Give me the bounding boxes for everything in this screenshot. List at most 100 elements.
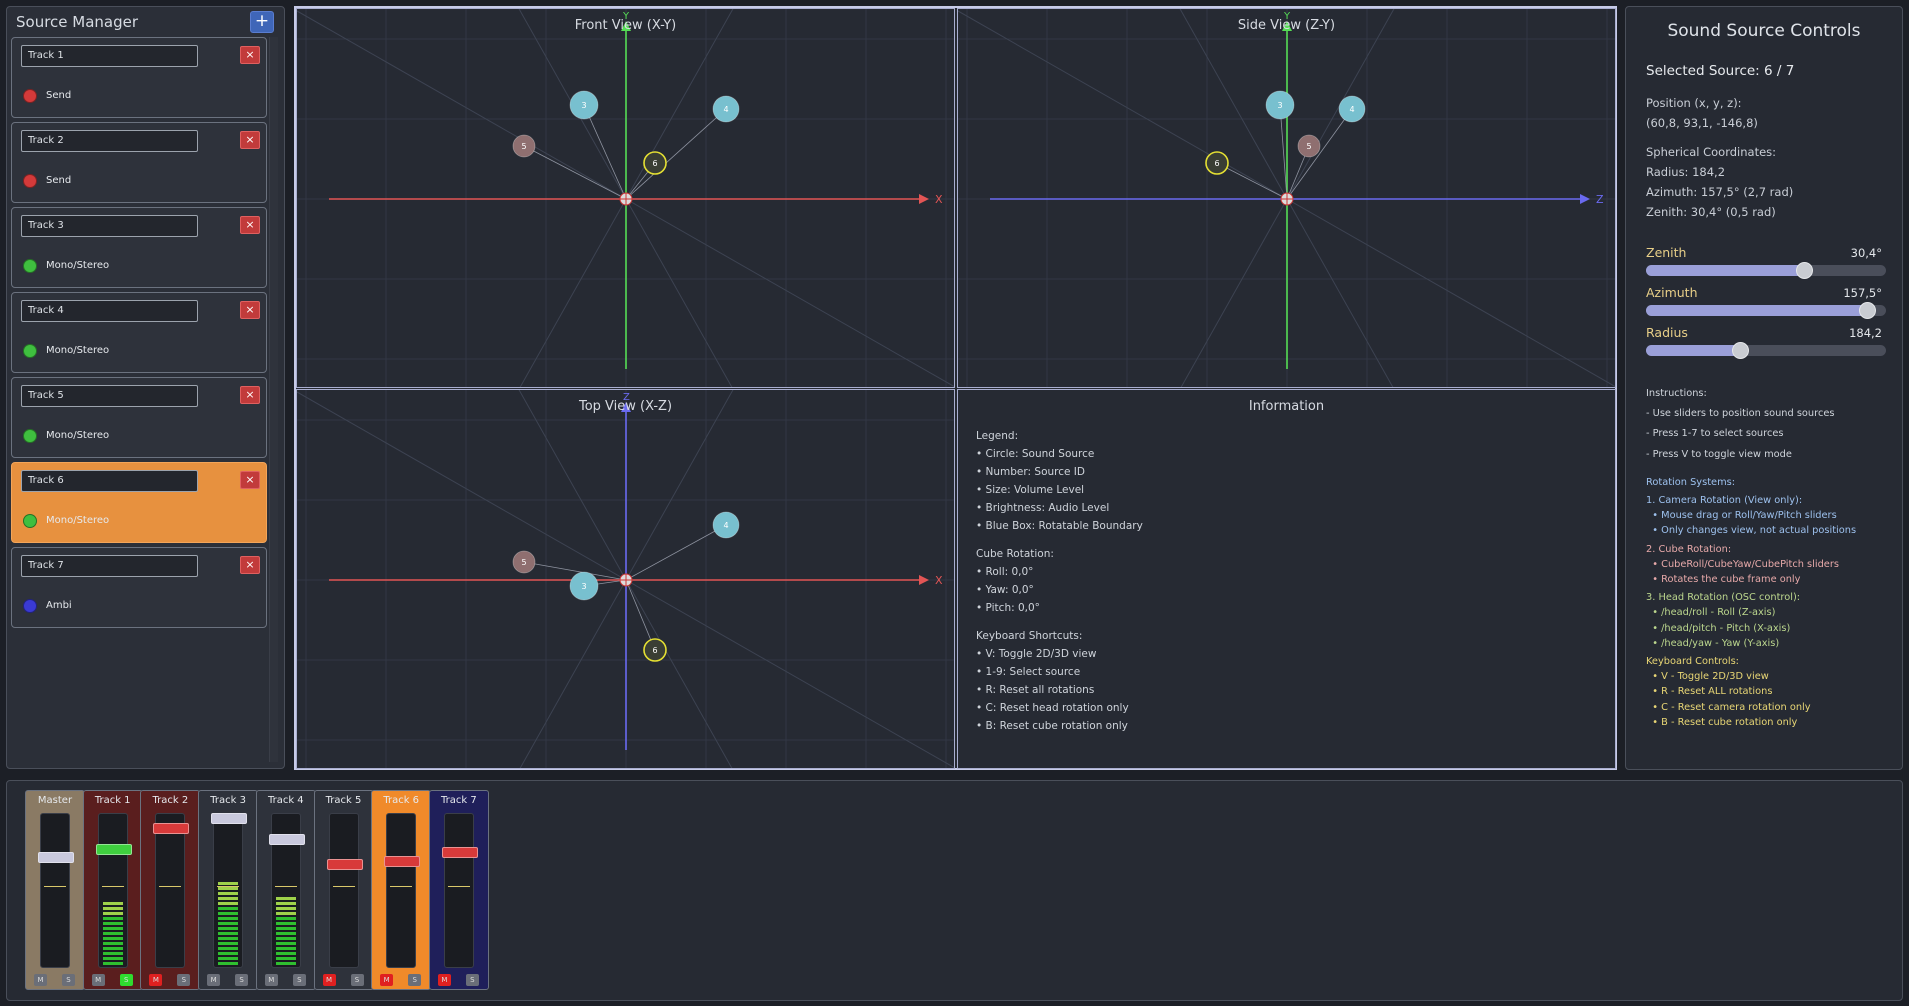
mute-button[interactable]: M <box>91 974 105 986</box>
track-card[interactable]: Track 4 × Mono/Stereo <box>11 292 267 373</box>
meter-segment <box>218 917 239 920</box>
slider-thumb[interactable] <box>1796 262 1814 279</box>
strip-name: Track 6 <box>383 795 420 806</box>
track-name-field[interactable]: Track 5 <box>21 385 198 407</box>
slider-fill <box>1646 305 1867 316</box>
track-type-label: Send <box>46 90 72 101</box>
track-card[interactable]: Track 2 × Send <box>11 122 267 203</box>
mute-button[interactable]: M <box>207 974 221 986</box>
meter-segment <box>275 907 296 910</box>
slider-thumb[interactable] <box>1858 302 1876 319</box>
unity-gain-line <box>447 886 470 887</box>
fader-handle[interactable] <box>326 859 363 871</box>
track-type-label: Send <box>46 175 72 186</box>
instruction-line: • /head/pitch - Pitch (X-axis) <box>1646 622 1791 634</box>
fader-handle[interactable] <box>268 834 305 845</box>
mute-button[interactable]: M <box>149 974 163 986</box>
mute-button[interactable]: M <box>380 974 394 986</box>
solo-button[interactable]: S <box>177 974 191 986</box>
source-4-id: 4 <box>723 521 728 530</box>
unity-gain-line <box>101 886 124 887</box>
fader-handle[interactable] <box>441 846 478 858</box>
track-type-indicator <box>23 89 37 103</box>
solo-button[interactable]: S <box>408 974 422 986</box>
mixer-strip[interactable]: Track 6 M S <box>371 790 432 990</box>
track-name-field[interactable]: Track 3 <box>21 215 198 237</box>
fader-handle[interactable] <box>384 856 421 868</box>
solo-button[interactable]: S <box>465 974 479 986</box>
source-3-id: 3 <box>581 582 586 591</box>
mixer-strip[interactable]: Master M S <box>25 790 85 990</box>
top-view[interactable]: XZ3456 Top View (X-Z) <box>296 389 955 769</box>
delete-track-button[interactable]: × <box>240 131 260 149</box>
meter-segment <box>275 932 296 935</box>
side-view[interactable]: ZY3456 Side View (Z-Y) <box>957 8 1616 388</box>
track-name-field[interactable]: Track 2 <box>21 130 198 152</box>
mixer-strip[interactable]: Track 5 M S <box>313 790 374 990</box>
azimuth-slider[interactable] <box>1646 302 1886 319</box>
track-card[interactable]: Track 1 × Send <box>11 37 267 118</box>
mute-button[interactable]: M <box>437 974 451 986</box>
top-view-title: Top View (X-Z) <box>578 399 673 414</box>
mixer-strip[interactable]: Track 2 M S <box>140 790 201 990</box>
track-card[interactable]: Track 3 × Mono/Stereo <box>11 207 267 288</box>
mixer-strip[interactable]: Track 3 M S <box>198 790 259 990</box>
solo-button[interactable]: S <box>119 974 133 986</box>
solo-button[interactable]: S <box>292 974 306 986</box>
meter-segment <box>218 937 239 940</box>
track-card[interactable]: Track 6 × Mono/Stereo <box>11 462 267 543</box>
slider-thumb[interactable] <box>1731 342 1749 359</box>
mixer-strip[interactable]: Track 1 M S <box>82 790 143 990</box>
meter-segment <box>102 952 123 955</box>
mute-button[interactable]: M <box>264 974 278 986</box>
delete-track-button[interactable]: × <box>240 46 260 64</box>
mixer-strip[interactable]: Track 4 M S <box>255 790 316 990</box>
track-card[interactable]: Track 5 × Mono/Stereo <box>11 377 267 458</box>
source-manager-panel: Source Manager + Track 1 × Send Track 2 × Sen… <box>6 6 285 769</box>
meter-segment <box>218 952 239 955</box>
fader-handle[interactable] <box>153 822 190 834</box>
meter-segment <box>218 912 239 915</box>
mute-button[interactable]: M <box>322 974 336 986</box>
meter-segment <box>275 927 296 930</box>
track-card[interactable]: Track 7 × Ambi <box>11 547 267 628</box>
instruction-line: • /head/yaw - Yaw (Y-axis) <box>1646 637 1780 649</box>
delete-track-button[interactable]: × <box>240 301 260 319</box>
delete-track-button[interactable]: × <box>240 386 260 404</box>
solo-button[interactable]: S <box>235 974 249 986</box>
unity-gain-line <box>159 886 182 887</box>
meter-segment <box>218 962 239 965</box>
track-type-indicator <box>23 344 37 358</box>
delete-track-button[interactable]: × <box>240 556 260 574</box>
fader-handle[interactable] <box>95 843 132 855</box>
track-name-field[interactable]: Track 1 <box>21 45 198 67</box>
radius-slider[interactable] <box>1646 342 1886 359</box>
mixer-strip[interactable]: Track 7 M S <box>428 790 489 990</box>
delete-track-button[interactable]: × <box>240 471 260 489</box>
solo-button[interactable]: S <box>62 974 75 986</box>
fader-handle[interactable] <box>38 852 74 864</box>
mute-button[interactable]: M <box>34 974 47 986</box>
meter-segment <box>218 942 239 945</box>
delete-track-button[interactable]: × <box>240 216 260 234</box>
track-name-field[interactable]: Track 4 <box>21 300 198 322</box>
meter-segment <box>275 957 296 960</box>
zenith-slider[interactable] <box>1646 262 1886 279</box>
fader-handle[interactable] <box>211 813 248 824</box>
track-name-field[interactable]: Track 7 <box>21 555 198 577</box>
meter-segment <box>275 902 296 905</box>
track-type-indicator <box>23 429 37 443</box>
track-name-field[interactable]: Track 6 <box>21 470 198 492</box>
information-panel: Information Legend: • Circle: Sound Sourc… <box>957 389 1616 769</box>
instruction-line: 3. Head Rotation (OSC control): <box>1646 592 1801 604</box>
track-type-label: Mono/Stereo <box>46 515 110 526</box>
strip-name: Master <box>37 795 73 806</box>
solo-button[interactable]: S <box>350 974 364 986</box>
fader-slot <box>40 813 70 968</box>
source-list-scrollbar[interactable] <box>269 37 278 762</box>
source-link-line <box>625 108 727 200</box>
front-view[interactable]: XY3456 Front View (X-Y) <box>296 8 955 388</box>
unity-gain-line <box>217 886 240 887</box>
info-heading: Legend: <box>976 430 1019 442</box>
add-source-button[interactable]: + <box>250 11 274 33</box>
